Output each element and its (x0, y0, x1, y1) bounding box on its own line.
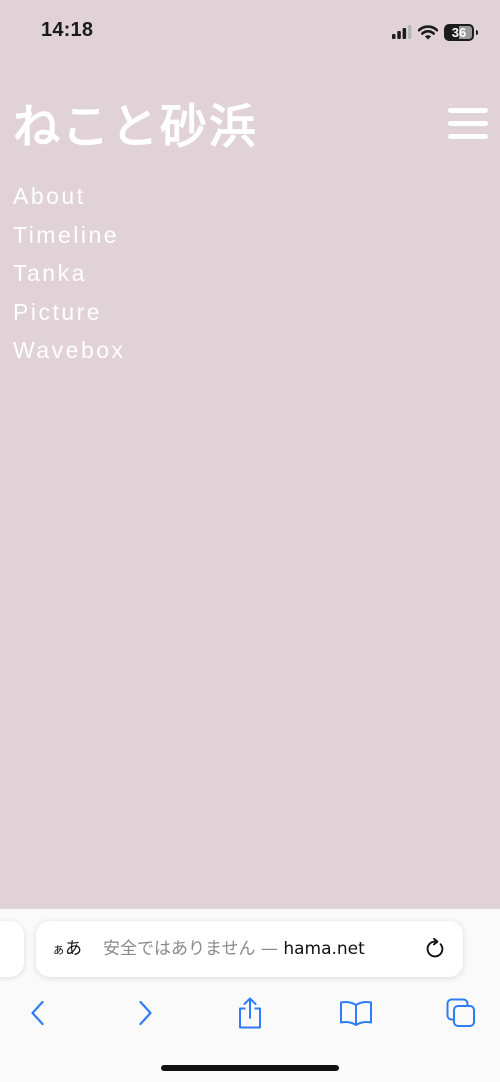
address-bar[interactable]: ぁあ 安全ではありません — hama.net (36, 921, 463, 977)
nav-item-about: About (13, 177, 126, 216)
status-bar: 14:18 36 (0, 0, 500, 60)
nav-link-tanka[interactable]: Tanka (13, 260, 87, 286)
battery-icon: 36 (444, 23, 478, 41)
site-title[interactable]: ねこと砂浜 (13, 98, 258, 158)
cellular-signal-icon (392, 25, 412, 39)
forward-button[interactable] (123, 991, 167, 1035)
home-indicator[interactable] (161, 1065, 339, 1071)
share-icon (239, 997, 261, 1029)
bookmarks-button[interactable] (334, 991, 378, 1035)
wifi-icon (418, 24, 438, 39)
share-button[interactable] (228, 991, 272, 1035)
status-icons: 36 (392, 22, 478, 42)
previous-tab-card[interactable] (0, 921, 24, 977)
reload-icon[interactable] (424, 938, 446, 960)
url-security-warning: 安全ではありません — (103, 939, 284, 959)
nav-link-timeline[interactable]: Timeline (13, 222, 119, 248)
nav-link-wavebox[interactable]: Wavebox (13, 337, 126, 363)
status-time: 14:18 (41, 19, 94, 41)
nav-item-tanka: Tanka (13, 254, 126, 293)
url-field[interactable]: 安全ではありません — hama.net (103, 921, 409, 977)
back-icon (31, 1000, 44, 1026)
tabs-button[interactable] (439, 991, 483, 1035)
nav-item-wavebox: Wavebox (13, 331, 126, 370)
back-button[interactable] (16, 991, 60, 1035)
hamburger-menu-icon[interactable] (448, 106, 488, 142)
text-size-button[interactable]: ぁあ (52, 921, 82, 977)
battery-level: 36 (451, 24, 467, 40)
nav-link-picture[interactable]: Picture (13, 299, 102, 325)
forward-icon (139, 1000, 152, 1026)
url-domain: hama.net (283, 939, 365, 959)
nav-item-timeline: Timeline (13, 216, 126, 255)
browser-toolbar: ぁあ 安全ではありません — hama.net (0, 909, 500, 1082)
bookmarks-icon (340, 1001, 372, 1026)
nav-item-picture: Picture (13, 293, 126, 332)
nav-link-about[interactable]: About (13, 183, 86, 209)
tabs-icon (446, 998, 475, 1027)
site-nav: About Timeline Tanka Picture Wavebox (13, 177, 126, 370)
